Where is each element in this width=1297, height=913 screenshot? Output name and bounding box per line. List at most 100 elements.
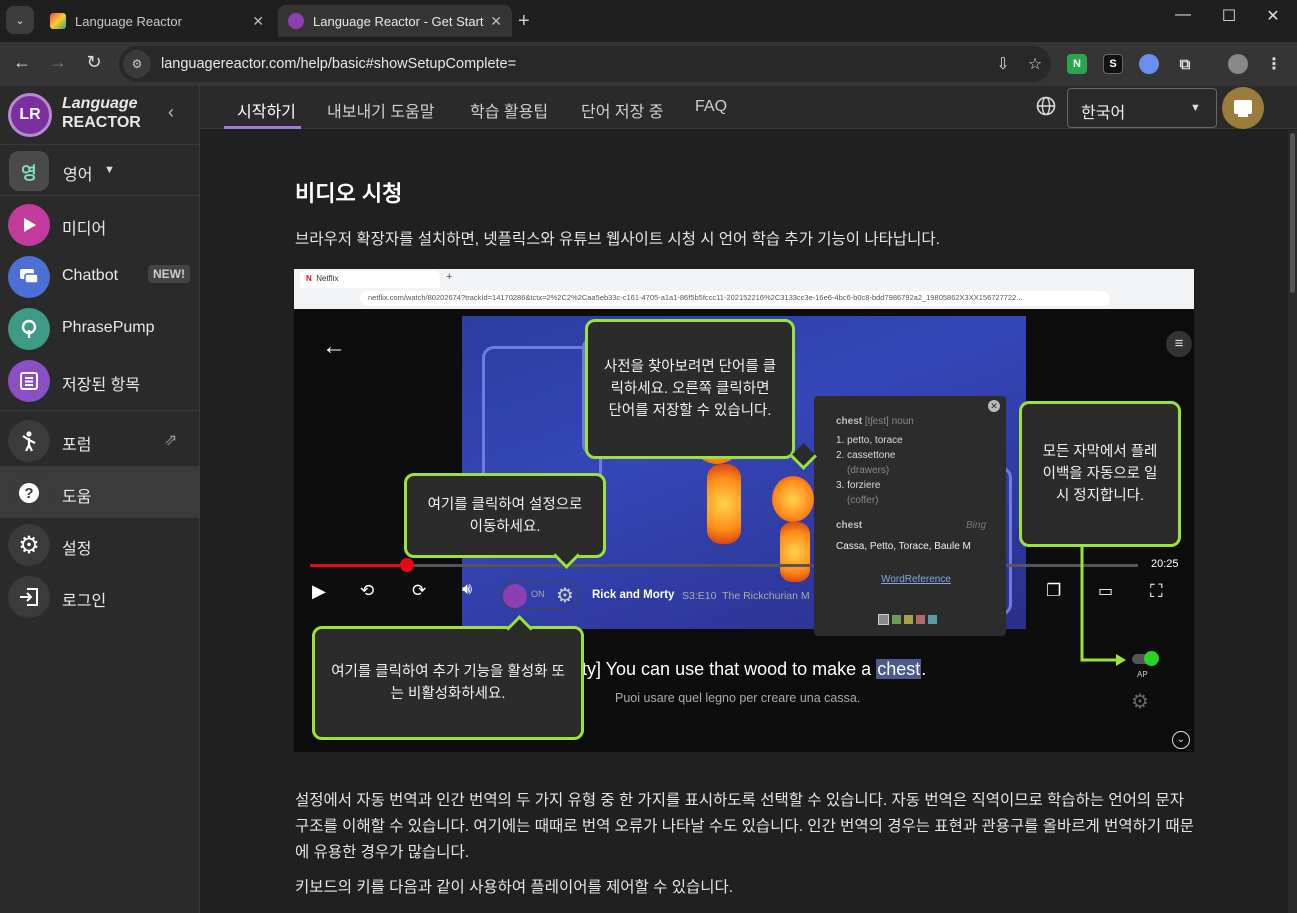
callout-toggle: 여기를 클릭하여 추가 기능을 활성화 또는 비활성화하세요. (312, 626, 584, 740)
close-icon[interactable]: ✕ (490, 13, 502, 30)
dictionary-heading: chest [tʃest] noun (836, 414, 996, 429)
mt-word: chest (836, 520, 863, 531)
gear-icon: ⚙ (8, 524, 50, 566)
tab-search-button[interactable]: ⌄ (6, 6, 34, 34)
close-icon: ✕ (988, 400, 1000, 412)
extension-black-icon[interactable]: S (1103, 54, 1123, 74)
machine-translation-heading: chest Bing (836, 518, 996, 533)
screenshot-tab: N Netflix (300, 271, 440, 288)
tab-getting-started[interactable]: 시작하기 (237, 98, 296, 122)
sidebar-item-chatbot[interactable]: Chatbot NEW! (0, 250, 200, 302)
sidebar-item-media[interactable]: 미디어 (0, 198, 200, 250)
tab-export-help[interactable]: 내보내기 도움말 (327, 98, 435, 122)
language-badge: 영 (9, 151, 49, 191)
divider (0, 410, 200, 411)
netflix-logo-icon: N (306, 274, 312, 283)
dictionary-sense: 3. forziere (836, 478, 996, 493)
autopause-label: AP (1137, 670, 1148, 679)
back-arrow-icon: ← (322, 333, 346, 360)
help-top-nav: 시작하기 내보내기 도움말 학습 활용팁 단어 저장 중 FAQ 한국어 ▼ (200, 86, 1297, 129)
url-text[interactable]: languagereactor.com/help/basic#showSetup… (161, 56, 987, 72)
scrollbar-thumb[interactable] (1290, 133, 1295, 293)
subtitle-selected-word: chest (876, 659, 922, 679)
help-question-icon: ? (8, 472, 50, 514)
back-button[interactable]: ← (10, 52, 34, 73)
expand-chevron-icon: ⌄ (1172, 731, 1190, 749)
brand[interactable]: LR Language REACTOR ‹ (0, 86, 200, 144)
collapse-sidebar-chevron-icon[interactable]: ‹ (168, 102, 174, 123)
swatch (878, 614, 889, 625)
screenshot-url: netflix.com/watch/80202674?trackId=14170… (360, 291, 1110, 306)
site-info-icon[interactable]: ⚙ (123, 50, 151, 78)
toggle-state: ON (531, 589, 545, 599)
sidebar-item-settings[interactable]: ⚙ 설정 (0, 518, 200, 570)
brand-name-line1: Language (62, 95, 138, 112)
sidebar-item-phrasepump[interactable]: PhrasePump (0, 302, 200, 354)
browser-tab-1[interactable]: Language Reactor ✕ (40, 5, 274, 37)
extensions-puzzle-icon[interactable]: ⧉ (1175, 54, 1195, 74)
browser-toolbar: ← → ↻ ⚙ languagereactor.com/help/basic#s… (0, 42, 1297, 86)
address-bar[interactable]: ⚙ languagereactor.com/help/basic#showSet… (119, 46, 1051, 82)
language-reactor-logo-icon (503, 584, 527, 608)
reload-button[interactable]: ↻ (82, 52, 106, 73)
dictionary-sense: 2. cassettone (836, 448, 996, 463)
wordreference-link: WordReference (881, 574, 951, 585)
chevron-down-icon: ⌄ (15, 14, 25, 27)
bookmark-star-icon[interactable]: ☆ (1019, 54, 1051, 74)
window-close-button[interactable]: ✕ (1250, 6, 1296, 26)
sidebar-item-saved[interactable]: 저장된 항목 (0, 354, 200, 406)
tab-study-tips[interactable]: 학습 활용팁 (470, 98, 548, 122)
sense-text: petto, torace (847, 435, 903, 446)
extension-blue-icon[interactable] (1139, 54, 1159, 74)
sense-number: 2. (836, 450, 845, 461)
character-shape (772, 476, 814, 522)
netflix-player-screenshot: N Netflix + netflix.com/watch/80202674?t… (294, 269, 1194, 752)
language-reactor-logo-icon (288, 13, 304, 29)
profile-icon[interactable] (1228, 54, 1248, 74)
sense-number: 3. (836, 480, 845, 491)
page-scrollbar[interactable] (1288, 130, 1297, 913)
tab-saving-words[interactable]: 단어 저장 중 (581, 98, 664, 122)
globe-icon (1036, 96, 1056, 122)
extension-green-icon[interactable]: N (1067, 54, 1087, 74)
sidebar-item-label: 포럼 (62, 437, 92, 454)
dictionary-popup: ✕ chest [tʃest] noun 1. petto, torace 2.… (814, 396, 1006, 636)
language-reactor-favicon-icon (50, 13, 66, 29)
language-selector[interactable]: 영 영어 ▼ (0, 144, 200, 196)
forward-10-icon: ⟳ (412, 581, 427, 600)
sense-number: 1. (836, 435, 845, 446)
install-app-icon[interactable]: ⇩ (987, 54, 1019, 74)
tab-faq[interactable]: FAQ (695, 98, 727, 116)
close-icon[interactable]: ✕ (252, 13, 264, 30)
browser-tab-2[interactable]: Language Reactor - Get Starte ✕ (278, 5, 512, 37)
show-title: Rick and Morty (592, 589, 675, 601)
sidebar-item-login[interactable]: 로그인 (0, 570, 200, 622)
ui-language-select[interactable]: 한국어 ▼ (1067, 88, 1217, 128)
sidebar-item-label: 미디어 (62, 221, 107, 238)
plus-icon: + (446, 271, 453, 283)
menu-kebab-icon[interactable]: ⋮ (1264, 54, 1284, 74)
minimize-button[interactable]: — (1160, 6, 1206, 24)
menu-icon: ≡ (1166, 331, 1192, 357)
caret-down-icon: ▼ (1190, 102, 1201, 114)
new-tab-button[interactable]: + (518, 10, 530, 33)
sense-note: (drawers) (847, 465, 890, 476)
sidebar-item-help[interactable]: ? 도움 (0, 466, 200, 518)
forward-button[interactable]: → (46, 52, 70, 73)
login-icon (8, 576, 50, 618)
autopause-arrow (1080, 547, 1126, 666)
sidebar-item-label: PhrasePump (62, 319, 155, 336)
mt-text: Cassa, Petto, Torace, Baule M (836, 541, 971, 552)
translation-paragraph: 설정에서 자동 번역과 인간 번역의 두 가지 유형 중 한 가지를 표시하도록… (295, 792, 1194, 861)
episodes-icon: ❐ (1046, 581, 1062, 600)
autopause-toggle-knob (1144, 651, 1159, 666)
language-label: 영어 (63, 167, 93, 184)
sidebar-item-forum[interactable]: 포럼 ⇗ (0, 414, 200, 466)
character-shape (780, 522, 810, 582)
sidebar-item-label: 설정 (62, 541, 92, 558)
gear-icon: ⚙ (556, 585, 574, 607)
autopause-toggle (1132, 651, 1159, 666)
avatar[interactable] (1222, 87, 1264, 129)
maximize-button[interactable]: ☐ (1206, 6, 1252, 26)
intro-paragraph: 브라우저 확장자를 설치하면, 넷플릭스와 유튜브 웹사이트 시청 시 언어 학… (295, 231, 940, 248)
